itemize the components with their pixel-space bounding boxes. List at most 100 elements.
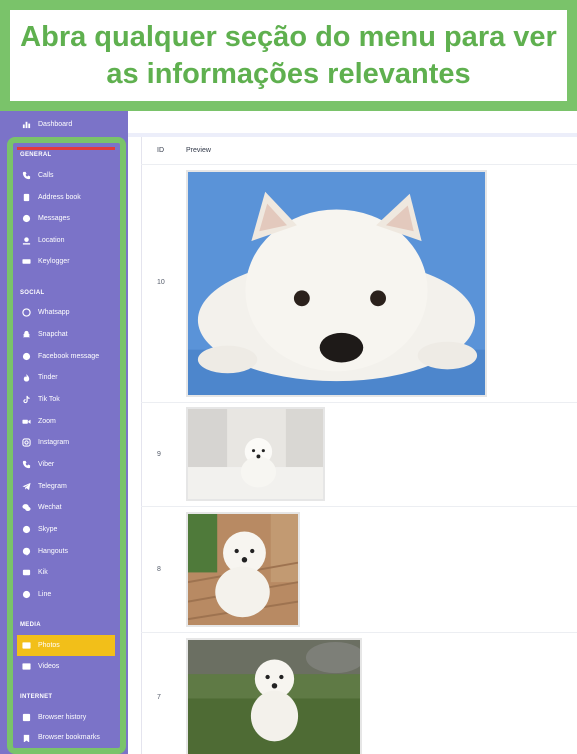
viber-icon (22, 460, 31, 469)
sidebar-item-label: Browser history (38, 714, 87, 721)
sidebar-item-label: Browser bookmarks (38, 734, 100, 741)
top-bar (128, 111, 577, 137)
sidebar-item-messages[interactable]: Messages (17, 208, 115, 229)
photo-thumbnail[interactable] (186, 170, 487, 397)
sidebar-item-kik[interactable]: Kik (17, 562, 115, 583)
sidebar-item-zoom[interactable]: Zoom (17, 411, 115, 432)
sidebar-item-tik-tok[interactable]: Tik Tok (17, 389, 115, 410)
section-media: MEDIA (20, 622, 41, 628)
table-row-id: 9 (157, 451, 161, 458)
sidebar-item-telegram[interactable]: Telegram (17, 476, 115, 497)
sidebar-item-calls[interactable]: Calls (17, 165, 115, 186)
photo-thumbnail[interactable] (186, 512, 300, 627)
sidebar-item-browser-history[interactable]: Browser history (17, 707, 115, 728)
sidebar-item-label: Location (38, 237, 65, 244)
sidebar-item-snapchat[interactable]: Snapchat (17, 324, 115, 345)
sidebar-item-label: Snapchat (38, 331, 68, 338)
location-pin-icon (22, 236, 31, 245)
sidebar-item-dashboard[interactable]: Dashboard (17, 114, 115, 135)
sidebar-item-label: Dashboard (38, 121, 73, 128)
sidebar-item-label: Zoom (38, 418, 56, 425)
sidebar-item-browser-bookmarks[interactable]: Browser bookmarks (17, 730, 115, 742)
sidebar-item-facebook-message[interactable]: Facebook message (17, 346, 115, 367)
flame-icon (22, 373, 31, 382)
section-general: GENERAL (20, 152, 52, 158)
sidebar-item-label: Messages (38, 215, 70, 222)
tiktok-icon (22, 395, 31, 404)
sidebar-item-wechat[interactable]: Wechat (17, 497, 115, 518)
kik-icon (22, 568, 31, 577)
westie-photo-sitting (188, 409, 323, 499)
instruction-banner: Abra qualquer seção do menu para ver as … (0, 0, 577, 111)
table-row-id: 7 (157, 694, 161, 701)
table-row-id: 10 (157, 279, 165, 286)
app-screen: Abra qualquer seção do menu para ver as … (0, 0, 577, 754)
video-camera-icon (22, 417, 31, 426)
messenger-icon (22, 352, 31, 361)
history-icon (22, 713, 31, 722)
section-internet: INTERNET (20, 694, 53, 700)
sidebar-item-label: Calls (38, 172, 54, 179)
westie-photo-running (188, 640, 360, 754)
sidebar-item-label: Viber (38, 461, 55, 468)
row-divider (141, 506, 577, 507)
sidebar-item-label: Hangouts (38, 548, 68, 555)
keyboard-icon (22, 257, 31, 266)
banner-box: Abra qualquer seção do menu para ver as … (8, 8, 569, 103)
film-icon (22, 662, 31, 671)
line-icon (22, 590, 31, 599)
sidebar-item-tinder[interactable]: Tinder (17, 367, 115, 388)
sidebar-item-instagram[interactable]: Instagram (17, 432, 115, 453)
sidebar-item-label: Wechat (38, 504, 62, 511)
sidebar-item-label: Kik (38, 569, 48, 576)
bookmark-icon (22, 734, 31, 742)
sidebar-item-label: Line (38, 591, 52, 598)
table-row-id: 8 (157, 566, 161, 573)
snapchat-icon (22, 330, 31, 339)
instagram-icon (22, 438, 31, 447)
sidebar-item-label: Address book (38, 194, 81, 201)
column-header-preview: Preview (186, 147, 211, 154)
sidebar-item-line[interactable]: Line (17, 584, 115, 605)
sidebar-item-label: Tinder (38, 374, 58, 381)
chat-icon (22, 214, 31, 223)
address-book-icon (22, 193, 31, 202)
sidebar-item-label: Whatsapp (38, 309, 70, 316)
row-divider (141, 632, 577, 633)
sidebar-item-label: Photos (38, 642, 60, 649)
sidebar-item-photos[interactable]: Photos (17, 635, 115, 656)
column-header-id: ID (157, 147, 164, 154)
sidebar-item-label: Tik Tok (38, 396, 60, 403)
sidebar-item-label: Keylogger (38, 258, 70, 265)
sidebar-item-hangouts[interactable]: Hangouts (17, 541, 115, 562)
westie-photo-deck (188, 514, 298, 625)
sidebar-item-whatsapp[interactable]: Whatsapp (17, 302, 115, 323)
photo-thumbnail[interactable] (186, 638, 362, 754)
banner-text: Abra qualquer seção do menu para ver as … (20, 20, 557, 90)
whatsapp-icon (22, 308, 31, 317)
telegram-icon (22, 482, 31, 491)
sidebar-item-viber[interactable]: Viber (17, 454, 115, 475)
sidebar-item-label: Instagram (38, 439, 70, 446)
wechat-icon (22, 503, 31, 512)
row-divider (141, 164, 577, 165)
row-divider (141, 402, 577, 403)
phone-icon (22, 171, 31, 180)
sidebar-item-location[interactable]: Location (17, 230, 115, 251)
photo-icon (22, 641, 31, 650)
photo-thumbnail[interactable] (186, 407, 325, 501)
section-social: SOCIAL (20, 290, 45, 296)
chart-icon (22, 120, 31, 129)
sidebar-item-label: Skype (38, 526, 58, 533)
sidebar-item-address-book[interactable]: Address book (17, 187, 115, 208)
sidebar-item-keylogger[interactable]: Keylogger (17, 251, 115, 272)
hangouts-icon (22, 547, 31, 556)
sidebar-item-label: Telegram (38, 483, 67, 490)
sidebar-item-skype[interactable]: Skype (17, 519, 115, 540)
westie-photo-lying (188, 172, 485, 395)
section-accent-line (17, 147, 115, 150)
sidebar-item-videos[interactable]: Videos (17, 656, 115, 677)
sidebar-item-label: Facebook message (38, 353, 100, 360)
sidebar-item-label: Videos (38, 663, 60, 670)
skype-icon (22, 525, 31, 534)
